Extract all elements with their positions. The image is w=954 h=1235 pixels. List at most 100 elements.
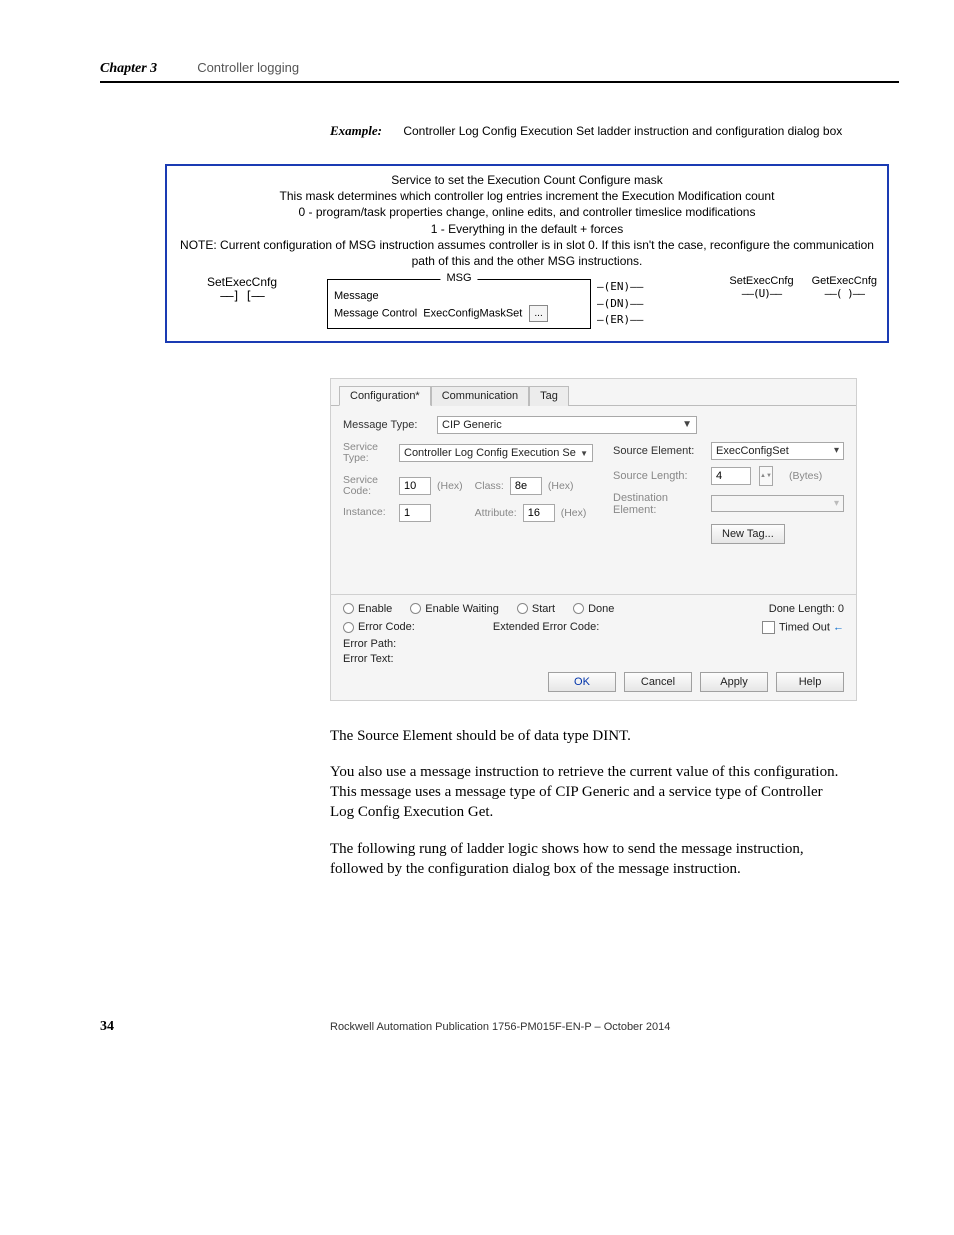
ladder-row: SetExecCnfg ——] [—— MSG Message Message …	[167, 273, 887, 329]
service-code-label: Service Code:	[343, 475, 393, 498]
hex-label: (Hex)	[548, 480, 574, 492]
status-dn: —(DN)——	[597, 296, 643, 313]
arrow-left-icon: ←	[833, 621, 844, 633]
status-indicator-icon	[410, 603, 421, 614]
example-text: Controller Log Config Execution Set ladd…	[403, 124, 842, 138]
page-footer: 34 Rockwell Automation Publication 1756-…	[100, 1019, 899, 1035]
message-type-label: Message Type:	[343, 419, 431, 431]
status-error-code: Error Code:	[343, 621, 415, 633]
coil-tag: SetExecCnfg	[729, 275, 793, 287]
example-line: Example: Controller Log Config Execution…	[330, 123, 899, 139]
paragraph: You also use a message instruction to re…	[330, 762, 850, 823]
ladder-description: Service to set the Execution Count Confi…	[167, 166, 887, 273]
class-label: Class:	[475, 480, 504, 492]
ladder-input-contact: SetExecCnfg ——] [——	[177, 273, 327, 303]
status-enable: Enable	[343, 603, 392, 615]
hex-label: (Hex)	[437, 480, 463, 492]
new-tag-button[interactable]: New Tag...	[711, 524, 785, 544]
coil-tag: GetExecCnfg	[812, 275, 877, 287]
msg-status-pins: —(EN)—— —(DN)—— —(ER)——	[597, 279, 643, 329]
publication-line: Rockwell Automation Publication 1756-PM0…	[330, 1021, 670, 1033]
attribute-label: Attribute:	[475, 507, 517, 519]
apply-button[interactable]: Apply	[700, 672, 768, 692]
chevron-down-icon: ▼	[682, 419, 692, 430]
dialog-button-row: OK Cancel Apply Help	[331, 668, 856, 694]
instance-input[interactable]	[399, 504, 431, 522]
hex-label: (Hex)	[561, 507, 587, 519]
status-indicator-icon	[573, 603, 584, 614]
service-type-select[interactable]: Controller Log Config Execution Se ▼	[399, 444, 593, 462]
service-type-label: Service Type:	[343, 442, 393, 465]
source-element-value: ExecConfigSet	[716, 445, 789, 457]
ladder-desc-line: NOTE: Current configuration of MSG instr…	[177, 237, 877, 269]
source-element-select[interactable]: ExecConfigSet ▾	[711, 442, 844, 460]
stepper-icon[interactable]: ▲▼	[759, 466, 773, 486]
service-type-value: Controller Log Config Execution Se	[404, 447, 576, 459]
chevron-down-icon: ▾	[834, 498, 839, 509]
ladder-desc-line: 0 - program/task properties change, onli…	[177, 204, 877, 220]
status-done: Done	[573, 603, 614, 615]
msg-control-label: Message Control	[334, 307, 417, 319]
status-indicator-icon	[517, 603, 528, 614]
tab-communication[interactable]: Communication	[431, 386, 529, 406]
message-config-dialog: Configuration* Communication Tag Message…	[330, 378, 857, 701]
timed-out-checkbox[interactable]	[762, 621, 775, 634]
service-code-input[interactable]	[399, 477, 431, 495]
page-header: Chapter 3 Controller logging	[100, 60, 899, 83]
status-indicator-icon	[343, 603, 354, 614]
status-enable-waiting: Enable Waiting	[410, 603, 499, 615]
ladder-desc-line: 1 - Everything in the default + forces	[177, 221, 877, 237]
tab-tag[interactable]: Tag	[529, 386, 569, 406]
ok-button[interactable]: OK	[548, 672, 616, 692]
class-input[interactable]	[510, 477, 542, 495]
instance-label: Instance:	[343, 507, 393, 519]
extended-error-code-label: Extended Error Code:	[493, 621, 599, 633]
paragraph: The Source Element should be of data typ…	[330, 726, 850, 746]
status-er: —(ER)——	[597, 312, 643, 329]
chapter-label: Chapter 3	[100, 61, 157, 77]
chapter-title: Controller logging	[197, 60, 299, 75]
ladder-output-coils: SetExecCnfg ——(U)—— GetExecCnfg ——( )——	[729, 273, 877, 300]
destination-element-label: Destination Element:	[613, 492, 703, 516]
output-coil: SetExecCnfg ——(U)——	[729, 275, 793, 300]
source-element-label: Source Element:	[613, 445, 703, 457]
timed-out: Timed Out ←	[762, 621, 844, 634]
coil-symbol: ——( )——	[812, 287, 877, 300]
done-length: Done Length: 0	[769, 603, 844, 615]
help-button[interactable]: Help	[776, 672, 844, 692]
msg-line: Message Control ExecConfigMaskSet ...	[334, 305, 584, 322]
body-text: The Source Element should be of data typ…	[330, 726, 850, 880]
source-length-input[interactable]	[711, 467, 751, 485]
status-row: Enable Enable Waiting Start Done Done Le…	[331, 603, 856, 615]
contact-tag: SetExecCnfg	[157, 275, 327, 289]
error-text-label: Error Text:	[331, 653, 856, 665]
contact-symbol: ——] [——	[157, 289, 327, 303]
msg-control-value: ExecConfigMaskSet	[423, 307, 522, 319]
msg-line: Message	[334, 288, 584, 305]
chevron-down-icon: ▾	[834, 445, 839, 456]
paragraph: The following rung of ladder logic shows…	[330, 839, 850, 880]
ladder-desc-line: This mask determines which controller lo…	[177, 188, 877, 204]
cancel-button[interactable]: Cancel	[624, 672, 692, 692]
bytes-label: (Bytes)	[789, 470, 822, 482]
attribute-input[interactable]	[523, 504, 555, 522]
message-type-value: CIP Generic	[442, 419, 502, 431]
status-en: —(EN)——	[597, 279, 643, 296]
ellipsis-button[interactable]: ...	[529, 305, 547, 322]
msg-instruction-block: MSG Message Message Control ExecConfigMa…	[327, 279, 591, 329]
source-length-label: Source Length:	[613, 470, 703, 482]
page-number: 34	[100, 1019, 330, 1035]
dialog-tabs: Configuration* Communication Tag	[331, 379, 856, 406]
ladder-desc-line: Service to set the Execution Count Confi…	[177, 172, 877, 188]
divider	[331, 594, 856, 595]
output-coil: GetExecCnfg ——( )——	[812, 275, 877, 300]
error-path-label: Error Path:	[331, 638, 856, 650]
msg-block-title: MSG	[440, 272, 477, 284]
message-type-select[interactable]: CIP Generic ▼	[437, 416, 697, 434]
status-start: Start	[517, 603, 555, 615]
chevron-down-icon: ▼	[580, 449, 588, 458]
destination-element-select[interactable]: ▾	[711, 495, 844, 512]
example-label: Example:	[330, 123, 382, 138]
tab-configuration[interactable]: Configuration*	[339, 386, 431, 406]
status-indicator-icon	[343, 622, 354, 633]
